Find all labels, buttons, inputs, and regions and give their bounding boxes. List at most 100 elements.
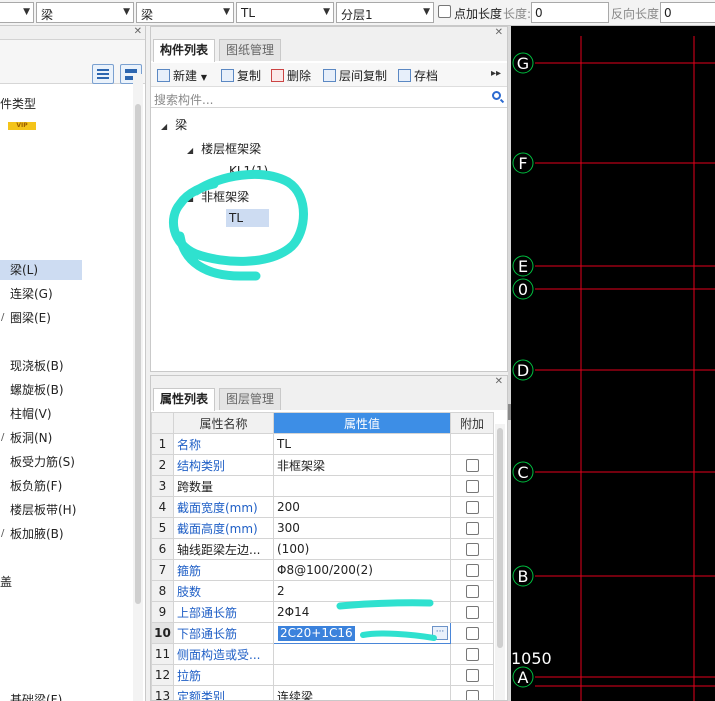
table-row[interactable]: 5 截面高度(mm) 300 <box>151 517 494 539</box>
nav-item-beam[interactable]: 梁(L) <box>0 260 82 280</box>
component-search-input[interactable]: 搜索构件... <box>151 88 507 108</box>
table-row[interactable]: 11 侧面构造或受... <box>151 643 494 665</box>
reverse-length-input[interactable]: 0 <box>660 2 715 23</box>
property-value-selected[interactable]: 2C20+1C16 <box>278 626 355 641</box>
property-value[interactable] <box>273 664 451 686</box>
table-row[interactable]: 9 上部通长筋 2Φ14 <box>151 601 494 623</box>
extra-checkbox[interactable] <box>465 459 479 472</box>
table-row[interactable]: 6 轴线距梁左边... (100) <box>151 538 494 560</box>
nav-item-slab-haunch[interactable]: / 板加腋(B) <box>0 524 82 544</box>
nav-item-slab-hole[interactable]: / 板洞(N) <box>0 428 82 448</box>
delete-button[interactable]: 删除 <box>271 67 311 84</box>
floor-type-combo[interactable]: 梁 ▼ <box>36 2 134 23</box>
tree-node-floor-frame-beam[interactable]: ◢ 楼层框架梁 <box>187 140 261 157</box>
extra-checkbox[interactable] <box>465 543 479 556</box>
tab-component-list[interactable]: 构件列表 <box>153 39 216 62</box>
property-scrollbar[interactable] <box>495 424 505 700</box>
table-row[interactable]: 1 名称 TL <box>151 433 494 455</box>
nav-item-cast-slab[interactable]: 现浇板(B) <box>0 356 82 376</box>
property-value[interactable]: 连续梁 <box>273 685 451 700</box>
extra-checkbox[interactable] <box>465 627 479 640</box>
property-value-editor[interactable]: 2C20+1C16 ··· <box>273 622 451 644</box>
more-icon[interactable]: ▸▸ <box>491 68 501 79</box>
nav-item-label: 板负筋(F) <box>10 479 63 493</box>
extra-checkbox[interactable] <box>465 648 479 661</box>
length-input-value: 0 <box>535 6 543 20</box>
left-panel-scrollbar[interactable] <box>133 74 143 701</box>
axis-label: 0 <box>518 280 528 299</box>
item-glyph: / <box>1 312 5 323</box>
extra-checkbox[interactable] <box>465 690 479 700</box>
extra-checkbox[interactable] <box>465 585 479 598</box>
chevron-down-icon: ▼ <box>423 7 430 17</box>
nav-item-coupling-beam[interactable]: 连梁(G) <box>0 284 82 304</box>
tab-property-list[interactable]: 属性列表 <box>153 388 216 411</box>
property-name: 下部通长筋 <box>173 622 274 644</box>
property-value[interactable]: Φ8@100/200(2) <box>273 559 451 581</box>
extra-checkbox[interactable] <box>465 480 479 493</box>
close-icon[interactable]: ✕ <box>495 27 503 38</box>
property-value[interactable]: 2Φ14 <box>273 601 451 623</box>
tree-node-beam[interactable]: ◢ 梁 <box>161 116 187 133</box>
table-row[interactable]: 13 定额类别 连续梁 <box>151 685 494 700</box>
extra-checkbox[interactable] <box>465 669 479 682</box>
nav-item-spiral-slab[interactable]: 螺旋板(B) <box>0 380 82 400</box>
nav-item-slab-negative-rebar[interactable]: 板负筋(F) <box>0 476 82 496</box>
new-label: 新建 <box>173 69 198 83</box>
component-name-combo[interactable]: TL ▼ <box>236 2 334 23</box>
table-row[interactable]: 3 跨数量 <box>151 475 494 497</box>
nav-section-cover[interactable]: 盖 <box>0 572 82 592</box>
floor-copy-button[interactable]: 层间复制 <box>323 67 387 84</box>
component-type-combo[interactable]: 梁 ▼ <box>136 2 234 23</box>
tab-drawing-management[interactable]: 图纸管理 <box>219 39 282 61</box>
new-button[interactable]: 新建 ▼ <box>157 67 207 84</box>
property-value[interactable]: 300 <box>273 517 451 539</box>
expand-icon[interactable]: ◢ <box>187 146 193 155</box>
layer-combo[interactable]: 分层1 ▼ <box>336 2 434 23</box>
extra-checkbox[interactable] <box>465 564 479 577</box>
property-value[interactable]: 非框架梁 <box>273 454 451 476</box>
property-value[interactable] <box>273 643 451 665</box>
extra-checkbox[interactable] <box>465 501 479 514</box>
expand-icon[interactable]: ◢ <box>161 122 167 131</box>
row-number: 8 <box>151 580 174 602</box>
table-row[interactable]: 10 下部通长筋 2C20+1C16 ··· <box>151 622 494 644</box>
table-row[interactable]: 12 拉筋 <box>151 664 494 686</box>
list-view-button[interactable] <box>92 64 114 84</box>
close-icon[interactable]: ✕ <box>495 376 503 387</box>
property-value[interactable]: 200 <box>273 496 451 518</box>
copy-button[interactable]: 复制 <box>221 67 261 84</box>
nav-item-foundation-beam[interactable]: 基础梁(F) <box>0 690 82 701</box>
property-value[interactable]: TL <box>273 433 451 455</box>
property-value[interactable]: 2 <box>273 580 451 602</box>
nav-item-ring-beam[interactable]: / 圈梁(E) <box>0 308 82 328</box>
search-icon[interactable] <box>492 91 501 100</box>
expand-icon[interactable]: ◢ <box>187 194 193 203</box>
extra-checkbox[interactable] <box>465 606 479 619</box>
table-row[interactable]: 2 结构类别 非框架梁 <box>151 454 494 476</box>
drawing-canvas[interactable]: G F E 0 D C B A 1050 <box>511 26 715 701</box>
nav-item-floor-slab-strip[interactable]: 楼层板带(H) <box>0 500 82 520</box>
nav-item-slab-main-rebar[interactable]: 板受力筋(S) <box>0 452 82 472</box>
nav-item-column-cap[interactable]: 柱帽(V) <box>0 404 82 424</box>
property-value[interactable] <box>273 475 451 497</box>
tree-node-tl[interactable]: TL <box>226 209 270 227</box>
table-row[interactable]: 4 截面宽度(mm) 200 <box>151 496 494 518</box>
scrollbar-thumb[interactable] <box>135 104 141 604</box>
extra-checkbox[interactable] <box>465 522 479 535</box>
table-row[interactable]: 8 肢数 2 <box>151 580 494 602</box>
tab-layer-management[interactable]: 图层管理 <box>219 388 282 410</box>
table-row[interactable]: 7 箍筋 Φ8@100/200(2) <box>151 559 494 581</box>
scrollbar-thumb[interactable] <box>497 428 503 648</box>
close-icon[interactable]: ✕ <box>134 26 142 37</box>
tree-node-kl1[interactable]: KL1(1) <box>229 164 268 178</box>
toolbar-combo-0[interactable]: ▼ <box>0 2 34 23</box>
save-button[interactable]: 存档 <box>398 67 438 84</box>
length-input[interactable]: 0 <box>531 2 609 23</box>
point-length-checkbox[interactable] <box>438 5 451 18</box>
property-value[interactable]: (100) <box>273 538 451 560</box>
ellipsis-icon[interactable]: ··· <box>432 626 448 640</box>
property-name: 上部通长筋 <box>173 601 274 623</box>
tree-node-non-frame-beam[interactable]: ◢ 非框架梁 <box>187 188 249 205</box>
cad-drawing[interactable]: G F E 0 D C B A1050 <box>511 26 715 701</box>
